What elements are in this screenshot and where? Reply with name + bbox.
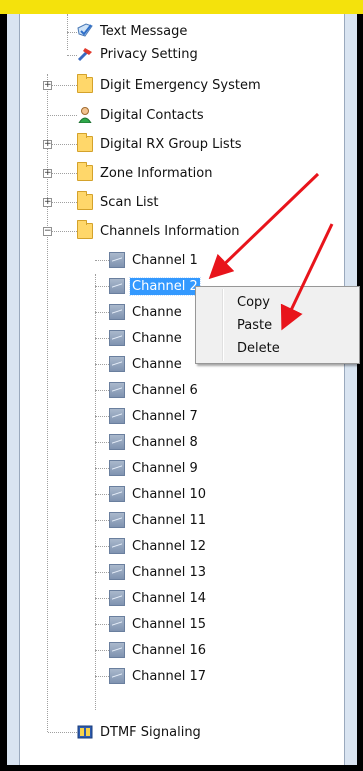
channel-icon <box>109 590 125 606</box>
tree-item-privacy-setting[interactable]: Privacy Setting <box>77 43 200 65</box>
tree-item-digital-rx-group-lists[interactable]: Digital RX Group Lists <box>77 133 244 155</box>
channel-icon <box>109 382 125 398</box>
tree-item-channel[interactable]: Channel 7 <box>109 405 200 427</box>
channel-icon <box>109 434 125 450</box>
channel-icon <box>109 408 125 424</box>
tree-item-channels-information[interactable]: Channels Information <box>77 220 242 242</box>
expand-zone-icon[interactable]: + <box>43 169 52 178</box>
channel-icon <box>109 278 125 294</box>
tree-item-channel[interactable]: Channel 12 <box>109 535 208 557</box>
tree-item-channel[interactable]: Channel 8 <box>109 431 200 453</box>
tree-item-channel[interactable]: Channel 6 <box>109 379 200 401</box>
text-message-icon <box>77 23 93 39</box>
folder-open-icon <box>77 220 93 239</box>
tree-item-channel[interactable]: Channel 14 <box>109 587 208 609</box>
folder-icon <box>77 162 93 181</box>
tree-item-channel[interactable]: Channe <box>109 353 184 375</box>
context-menu-gutter <box>222 289 224 361</box>
context-menu-paste[interactable]: Paste <box>237 318 272 333</box>
tree-item-channel[interactable]: Channel 17 <box>109 665 208 687</box>
expand-scan-list-icon[interactable]: + <box>43 198 52 207</box>
context-menu-copy[interactable]: Copy <box>237 295 270 310</box>
tree-item-scan-list[interactable]: Scan List <box>77 191 160 213</box>
expand-rx-group-icon[interactable]: + <box>43 140 52 149</box>
channel-icon <box>109 668 125 684</box>
channel-icon <box>109 356 125 372</box>
context-menu: Copy Paste Delete <box>195 286 360 364</box>
tree-item-dtmf-signaling[interactable]: DTMF Signaling <box>77 721 203 743</box>
channel-icon <box>109 564 125 580</box>
contacts-icon <box>77 107 93 124</box>
tree-item-channel-selected[interactable]: Channel 2 <box>109 275 201 297</box>
channel-icon <box>109 642 125 658</box>
channel-icon <box>109 330 125 346</box>
panel-left-edge <box>7 14 20 765</box>
collapse-channels-icon[interactable]: − <box>43 227 52 236</box>
tree-view[interactable]: Text Message Privacy Setting + Digit Eme… <box>20 14 344 765</box>
channel-icon <box>109 486 125 502</box>
tree-item-channel[interactable]: Channel 15 <box>109 613 208 635</box>
channel-icon <box>109 512 125 528</box>
tree-item-channel[interactable]: Channel 16 <box>109 639 208 661</box>
channel-icon <box>109 252 125 268</box>
dtmf-icon <box>77 724 93 740</box>
tree-item-channel[interactable]: Channel 9 <box>109 457 200 479</box>
tree-item-text-message[interactable]: Text Message <box>77 20 189 42</box>
context-menu-delete[interactable]: Delete <box>237 341 280 356</box>
channel-icon <box>109 616 125 632</box>
highlight-frame-top <box>0 0 363 14</box>
channel-icon <box>109 460 125 476</box>
tree-item-zone-information[interactable]: Zone Information <box>77 162 214 184</box>
tree-item-channel[interactable]: Channel 1 <box>109 249 200 271</box>
tree-item-channel[interactable]: Channel 13 <box>109 561 208 583</box>
vertical-scrollbar[interactable] <box>344 14 357 765</box>
expand-digit-emergency-icon[interactable]: + <box>43 81 52 90</box>
folder-icon <box>77 74 93 93</box>
tree-item-channel[interactable]: Channe <box>109 327 184 349</box>
folder-icon <box>77 133 93 152</box>
tree-item-channel[interactable]: Channel 10 <box>109 483 208 505</box>
privacy-setting-icon <box>77 46 93 62</box>
tree-item-digital-contacts[interactable]: Digital Contacts <box>77 104 206 126</box>
tree-item-digit-emergency-system[interactable]: Digit Emergency System <box>77 74 263 96</box>
channel-icon <box>109 304 125 320</box>
channel-icon <box>109 538 125 554</box>
tree-item-channel[interactable]: Channe <box>109 301 184 323</box>
tree-item-channel[interactable]: Channel 11 <box>109 509 208 531</box>
folder-icon <box>77 191 93 210</box>
